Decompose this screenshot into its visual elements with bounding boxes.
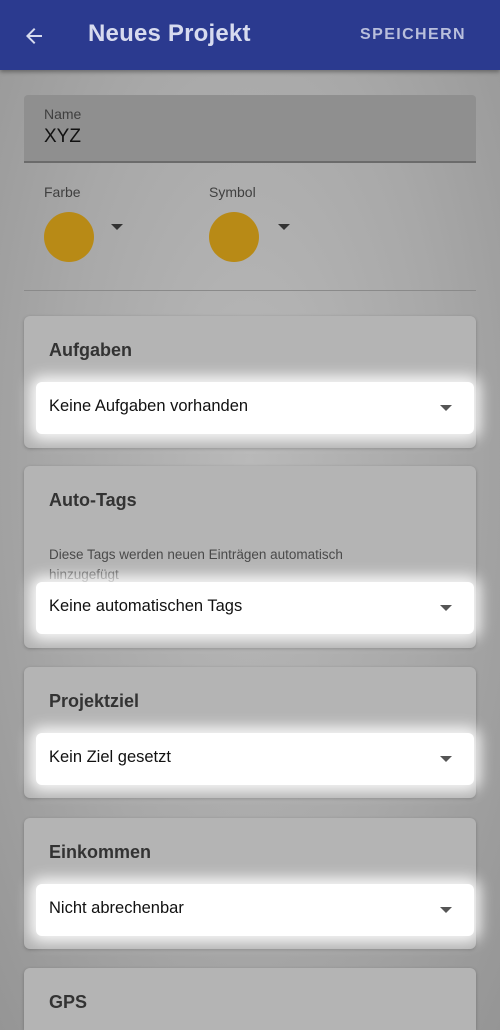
new-project-screen: Neues Projekt SPEICHERN Name XYZ Farbe S…	[0, 0, 500, 1030]
goal-select[interactable]: Kein Ziel gesetzt	[36, 733, 474, 785]
goal-card: Projektziel Kein Ziel gesetzt	[24, 667, 476, 798]
auto-tags-description: Diese Tags werden neuen Einträgen automa…	[49, 547, 343, 582]
save-button[interactable]: SPEICHERN	[360, 26, 466, 44]
color-swatch[interactable]	[44, 212, 94, 262]
symbol-swatch[interactable]	[209, 212, 259, 262]
auto-tags-card: Auto-Tags Diese Tags werden neuen Einträ…	[24, 466, 476, 648]
dropdown-arrow-icon	[440, 405, 452, 411]
name-input[interactable]: XYZ	[44, 126, 81, 148]
arrow-left-icon	[26, 28, 42, 44]
income-select[interactable]: Nicht abrechenbar	[36, 884, 474, 936]
income-select-value: Nicht abrechenbar	[49, 899, 184, 917]
goal-select-value: Kein Ziel gesetzt	[49, 748, 171, 766]
symbol-label: Symbol	[209, 184, 256, 200]
chevron-down-icon[interactable]	[278, 224, 290, 230]
auto-tags-select[interactable]: Keine automatischen Tags	[36, 582, 474, 634]
gps-card: GPS	[24, 968, 476, 1030]
gps-title: GPS	[49, 992, 88, 1012]
back-button[interactable]	[18, 21, 50, 51]
auto-tags-select-value: Keine automatischen Tags	[49, 597, 243, 615]
income-title: Einkommen	[49, 842, 152, 862]
goal-title: Projektziel	[49, 691, 140, 711]
tasks-select-value: Keine Aufgaben vorhanden	[49, 397, 249, 415]
dropdown-arrow-icon	[440, 756, 452, 762]
name-label: Name	[44, 106, 82, 122]
dropdown-arrow-icon	[440, 907, 452, 913]
auto-tags-title: Auto-Tags	[49, 490, 137, 510]
tasks-title: Aufgaben	[49, 340, 132, 360]
page-title: Neues Projekt	[88, 20, 251, 47]
divider	[24, 290, 476, 291]
app-bar: Neues Projekt SPEICHERN	[0, 0, 500, 70]
dropdown-arrow-icon	[440, 605, 452, 611]
name-field[interactable]: Name XYZ	[24, 95, 476, 163]
tasks-select[interactable]: Keine Aufgaben vorhanden	[36, 382, 474, 434]
chevron-down-icon[interactable]	[111, 224, 123, 230]
tasks-card: Aufgaben Keine Aufgaben vorhanden	[24, 316, 476, 448]
color-label: Farbe	[44, 184, 81, 200]
income-card: Einkommen Nicht abrechenbar	[24, 818, 476, 949]
